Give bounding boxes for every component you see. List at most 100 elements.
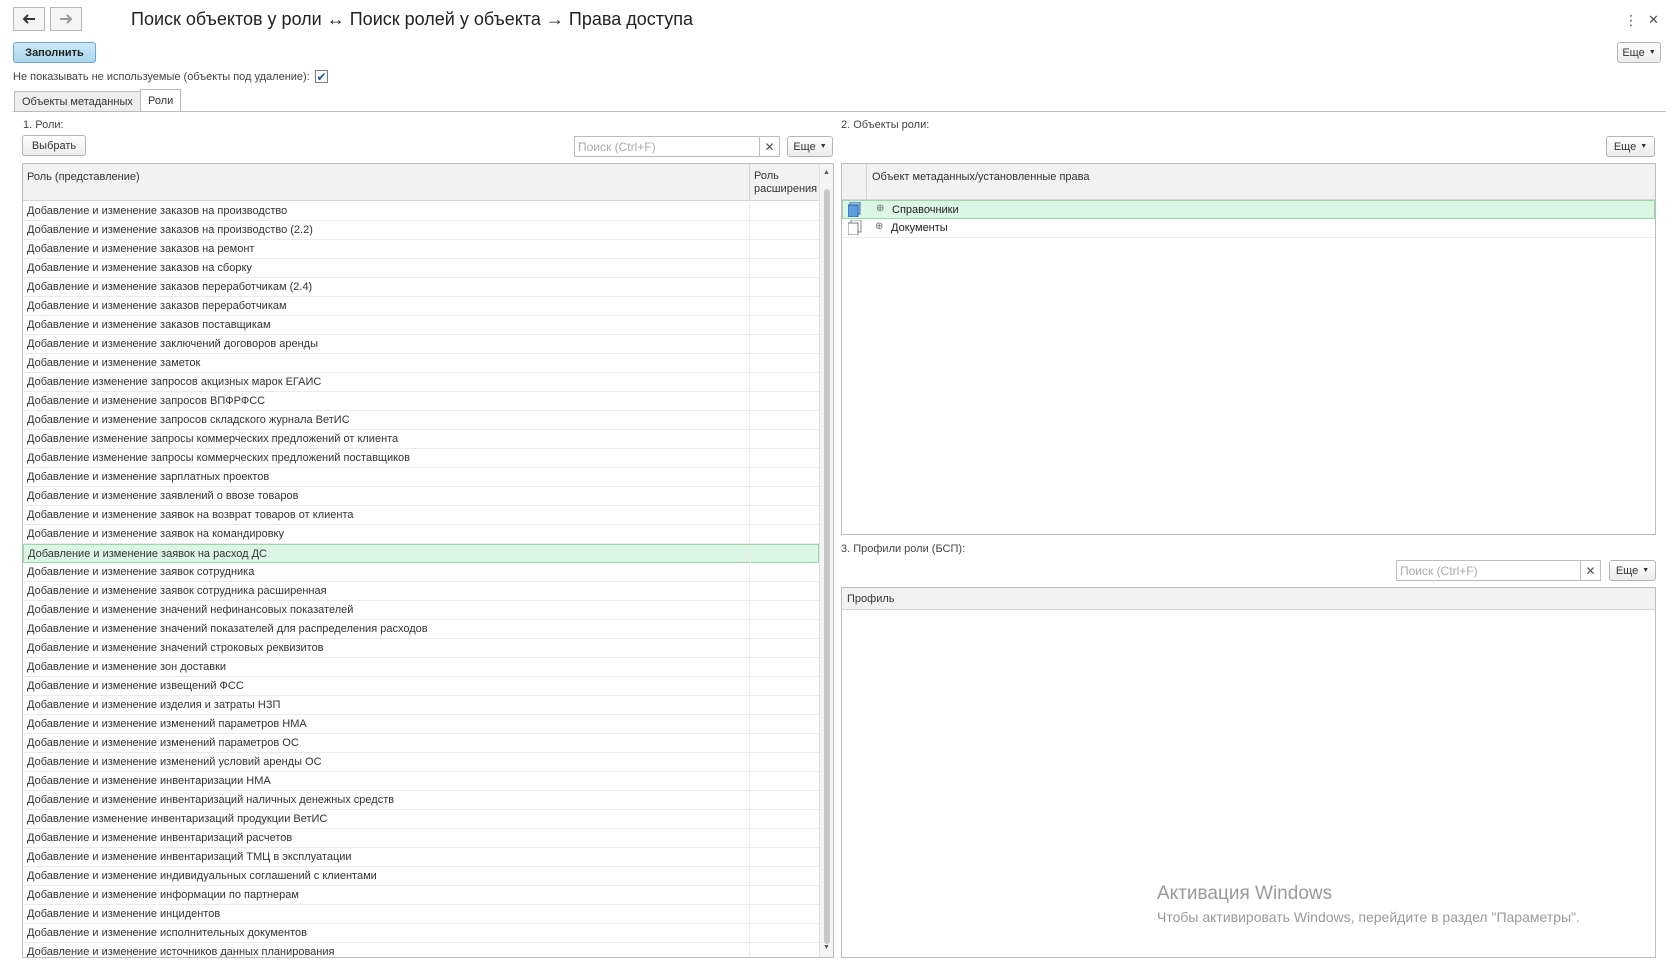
expand-icon[interactable]: ⊕ [876, 203, 884, 214]
profiles-search-input[interactable]: Поиск (Ctrl+F) [1397, 561, 1580, 580]
table-row[interactable]: Добавление и изменение значений строковы… [23, 639, 819, 658]
clear-search-icon[interactable]: ✕ [1580, 561, 1600, 580]
forward-button[interactable] [50, 7, 82, 31]
kebab-menu-icon[interactable]: ⋮ [1624, 12, 1638, 29]
hide-unused-checkbox[interactable]: ✔ [315, 70, 328, 83]
col-object-header[interactable]: Объект метаданных/установленные права [872, 171, 1090, 183]
table-row[interactable]: Добавление и изменение запросов складско… [23, 411, 819, 430]
objects-more-button[interactable]: Еще ▼ [1606, 136, 1655, 157]
table-row[interactable]: Добавление и изменение заметок [23, 354, 819, 373]
table-row[interactable]: Добавление и изменение заказов переработ… [23, 297, 819, 316]
table-row[interactable]: Добавление и изменение зон доставки [23, 658, 819, 677]
table-row[interactable]: Добавление и изменение заявок сотрудника… [23, 582, 819, 601]
table-row[interactable]: Добавление и изменение заявлений о ввозе… [23, 487, 819, 506]
select-button[interactable]: Выбрать [22, 135, 86, 156]
table-row[interactable]: Добавление и изменение заказов на произв… [23, 221, 819, 240]
col-divider [749, 164, 750, 201]
table-row[interactable]: Добавление изменение запросы коммерчески… [23, 449, 819, 468]
scroll-thumb[interactable] [824, 189, 830, 944]
roles-search[interactable]: Поиск (Ctrl+F) ✕ [574, 136, 780, 157]
role-name: Добавление и изменение заявок на возврат… [27, 509, 354, 521]
table-row[interactable]: Добавление и изменение заказов на сборку [23, 259, 819, 278]
clear-search-icon[interactable]: ✕ [759, 137, 779, 156]
roles-search-input[interactable]: Поиск (Ctrl+F) [575, 137, 759, 156]
cell-divider [749, 202, 750, 220]
cell-divider [749, 259, 750, 277]
role-name: Добавление и изменение изменений условий… [27, 756, 322, 768]
table-row[interactable]: Добавление и изменение значений показате… [23, 620, 819, 639]
back-button[interactable] [13, 7, 45, 31]
dropdown-arrow-icon: ▼ [819, 143, 827, 150]
table-row[interactable]: Добавление и изменение информации по пар… [23, 886, 819, 905]
table-row[interactable]: Добавление и изменение заявок на расход … [23, 544, 819, 563]
cell-divider [749, 696, 750, 714]
roles-more-button[interactable]: Еще ▼ [787, 136, 833, 157]
scroll-down-icon[interactable]: ▼ [823, 944, 830, 951]
role-name: Добавление и изменение источников данных… [27, 946, 335, 958]
tab-metadata-objects[interactable]: Объекты метаданных [14, 91, 141, 111]
table-row[interactable]: Добавление и изменение извещений ФСС [23, 677, 819, 696]
table-row[interactable]: Добавление и изменение заключений догово… [23, 335, 819, 354]
documents-icon [848, 220, 862, 235]
table-row[interactable]: Добавление и изменение изменений условий… [23, 753, 819, 772]
roles-scrollbar[interactable]: ▲ ▼ [819, 164, 833, 957]
table-row[interactable]: Добавление и изменение зарплатных проект… [23, 468, 819, 487]
catalogs-icon [848, 202, 861, 217]
col-role-header[interactable]: Роль (представление) [27, 171, 140, 183]
table-row[interactable]: Добавление и изменение заявок на команди… [23, 525, 819, 544]
col-extension-header[interactable]: Роль расширения [754, 170, 817, 196]
profiles-search[interactable]: Поиск (Ctrl+F) ✕ [1396, 560, 1601, 581]
scroll-up-icon[interactable]: ▲ [823, 169, 830, 176]
table-row[interactable]: Добавление и изменение инцидентов [23, 905, 819, 924]
tree-row-catalogs[interactable]: ⊕ Справочники [842, 200, 1655, 219]
table-row[interactable]: Добавление и изменение исполнительных до… [23, 924, 819, 943]
objects-heading: 2. Объекты роли: [841, 119, 930, 131]
role-name: Добавление и изменение инцидентов [27, 908, 221, 920]
tree-row-documents[interactable]: ⊕ Документы [842, 219, 1655, 238]
table-row[interactable]: Добавление и изменение заказов на произв… [23, 202, 819, 221]
table-row[interactable]: Добавление и изменение заявок сотрудника [23, 563, 819, 582]
cell-divider [749, 772, 750, 790]
col-profile-header[interactable]: Профиль [847, 593, 895, 605]
table-row[interactable]: Добавление и изменение инвентаризаций на… [23, 791, 819, 810]
table-row[interactable]: Добавление изменение инвентаризаций прод… [23, 810, 819, 829]
cell-divider [749, 506, 750, 524]
role-name: Добавление и изменение изменений парамет… [27, 737, 299, 749]
cell-divider [749, 943, 750, 957]
role-name: Добавление и изменение заказов на произв… [27, 224, 313, 236]
activation-watermark-text: Чтобы активировать Windows, перейдите в … [1157, 909, 1580, 925]
table-row[interactable]: Добавление и изменение значений нефинанс… [23, 601, 819, 620]
table-row[interactable]: Добавление и изменение заявок на возврат… [23, 506, 819, 525]
table-row[interactable]: Добавление и изменение заказов поставщик… [23, 316, 819, 335]
tab-roles[interactable]: Роли [140, 89, 182, 111]
cell-divider [749, 335, 750, 353]
cell-divider [749, 240, 750, 258]
hide-unused-label: Не показывать не используемые (объекты п… [13, 71, 310, 83]
table-row[interactable]: Добавление и изменение заказов на ремонт [23, 240, 819, 259]
table-row[interactable]: Добавление и изменение инвентаризации НМ… [23, 772, 819, 791]
table-row[interactable]: Добавление и изменение инвентаризаций ра… [23, 829, 819, 848]
table-row[interactable]: Добавление и изменение инвентаризаций ТМ… [23, 848, 819, 867]
close-icon[interactable]: ✕ [1648, 12, 1659, 28]
role-name: Добавление и изменение значений строковы… [27, 642, 324, 654]
cell-divider [750, 545, 751, 563]
table-row[interactable]: Добавление и изменение запросов ВПФРФСС [23, 392, 819, 411]
arrow-right-icon [60, 14, 73, 24]
table-row[interactable]: Добавление и изменение изменений парамет… [23, 734, 819, 753]
table-row[interactable]: Добавление и изменение источников данных… [23, 943, 819, 958]
expand-icon[interactable]: ⊕ [875, 221, 883, 232]
cell-divider [749, 924, 750, 942]
role-name: Добавление и изменение информации по пар… [27, 889, 299, 901]
col-divider [866, 164, 867, 200]
table-row[interactable]: Добавление и изменение изделия и затраты… [23, 696, 819, 715]
table-row[interactable]: Добавление и изменение индивидуальных со… [23, 867, 819, 886]
profiles-more-button[interactable]: Еще ▼ [1609, 560, 1656, 581]
cell-divider [749, 297, 750, 315]
more-button[interactable]: Еще ▼ [1617, 42, 1661, 63]
table-row[interactable]: Добавление и изменение заказов переработ… [23, 278, 819, 297]
table-row[interactable]: Добавление и изменение изменений парамет… [23, 715, 819, 734]
fill-button[interactable]: Заполнить [13, 42, 96, 63]
table-row[interactable]: Добавление изменение запросов акцизных м… [23, 373, 819, 392]
role-name: Добавление и изменение заявок сотрудника [27, 566, 255, 578]
table-row[interactable]: Добавление изменение запросы коммерчески… [23, 430, 819, 449]
